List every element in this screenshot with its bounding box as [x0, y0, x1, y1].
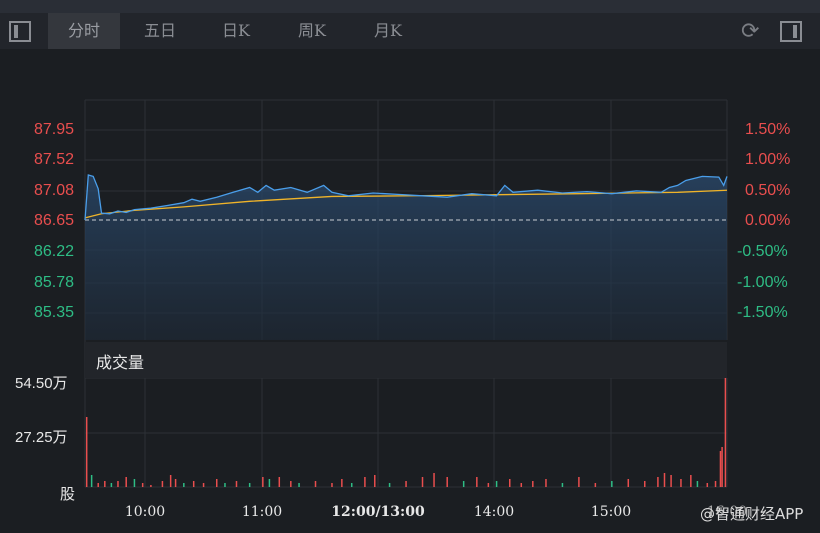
pct-label: 0.50% [745, 182, 791, 199]
price-label: 85.35 [34, 304, 75, 321]
volume-label: 27.25万 [15, 429, 68, 446]
volume-bar [462, 481, 465, 487]
volume-bar [405, 481, 407, 487]
volume-bar [627, 479, 630, 487]
volume-bar [268, 479, 271, 487]
volume-bar [696, 481, 699, 487]
volume-bar [509, 479, 511, 487]
volume-unit: 股 [60, 486, 76, 503]
volume-bar [690, 475, 692, 487]
time-label: 12:00/13:00 [331, 504, 425, 520]
volume-bar [169, 475, 172, 487]
volume-bar [578, 477, 580, 487]
volume-bar [290, 481, 292, 487]
price-label: 85.78 [34, 274, 75, 291]
volume-bar [202, 483, 205, 487]
watermark: @智通财经APP [700, 505, 804, 523]
volume-bar [433, 473, 435, 487]
volume-bar [714, 481, 717, 487]
volume-bar [104, 481, 106, 487]
volume-bar [520, 483, 523, 487]
volume-bar [643, 481, 646, 487]
volume-bar [161, 481, 164, 487]
volume-bar [235, 481, 238, 487]
volume-bar [125, 477, 127, 487]
volume-bar [183, 483, 185, 487]
volume-bar [248, 483, 251, 487]
volume-bar [561, 483, 564, 487]
volume-bar [85, 417, 88, 487]
volume-bar [262, 477, 264, 487]
volume-label: 54.50万 [15, 375, 68, 392]
pct-label: -1.00% [737, 274, 788, 291]
pct-label: 1.00% [745, 151, 791, 168]
volume-bar [133, 479, 136, 487]
volume-bar [314, 481, 317, 487]
volume-bar [670, 475, 672, 487]
volume-bar [224, 483, 226, 487]
price-label: 87.52 [34, 151, 75, 168]
volume-bar [719, 451, 722, 487]
time-label: 10:00 [124, 504, 166, 520]
volume-bar [545, 479, 547, 487]
volume-bar [192, 481, 195, 487]
volume-bar [215, 479, 218, 487]
time-label: 11:00 [241, 504, 283, 520]
volume-bar [350, 483, 353, 487]
time-label: 15:00 [590, 504, 632, 520]
volume-bar [331, 483, 333, 487]
volume-bar [388, 483, 391, 487]
volume-bar [594, 483, 597, 487]
volume-bar [487, 483, 490, 487]
volume-bar [341, 479, 343, 487]
volume-bar [374, 475, 376, 487]
price-label: 86.22 [34, 243, 75, 260]
price-label: 86.65 [34, 212, 75, 229]
volume-bar [657, 477, 659, 487]
volume-bar [680, 479, 682, 487]
pct-label: -1.50% [737, 304, 788, 321]
volume-bar [724, 378, 727, 487]
volume-bar [174, 479, 177, 487]
volume-bar [90, 475, 93, 487]
volume-bar [97, 483, 99, 487]
volume-bar [298, 483, 300, 487]
volume-bar [721, 447, 723, 487]
pct-label: -0.50% [737, 243, 788, 260]
price-label: 87.08 [34, 182, 75, 199]
volume-bar [421, 477, 424, 487]
pct-label: 0.00% [745, 212, 791, 229]
volume-header [85, 342, 727, 378]
volume-bar [141, 483, 144, 487]
volume-bar [663, 473, 666, 487]
volume-bar [110, 483, 113, 487]
volume-title: 成交量 [96, 353, 145, 372]
volume-bar [278, 477, 281, 487]
volume-bar [150, 485, 152, 487]
volume-bar [446, 477, 448, 487]
price-label: 87.95 [34, 121, 75, 138]
volume-bar [611, 481, 613, 487]
price-volume-chart [84, 99, 728, 488]
volume-bar [495, 481, 498, 487]
volume-bar [532, 481, 534, 487]
price-area [85, 175, 727, 340]
volume-bar [364, 477, 366, 487]
volume-bar [476, 477, 478, 487]
pct-label: 1.50% [745, 121, 791, 138]
volume-bar [117, 481, 119, 487]
volume-bar [706, 483, 709, 487]
time-label: 14:00 [473, 504, 515, 520]
